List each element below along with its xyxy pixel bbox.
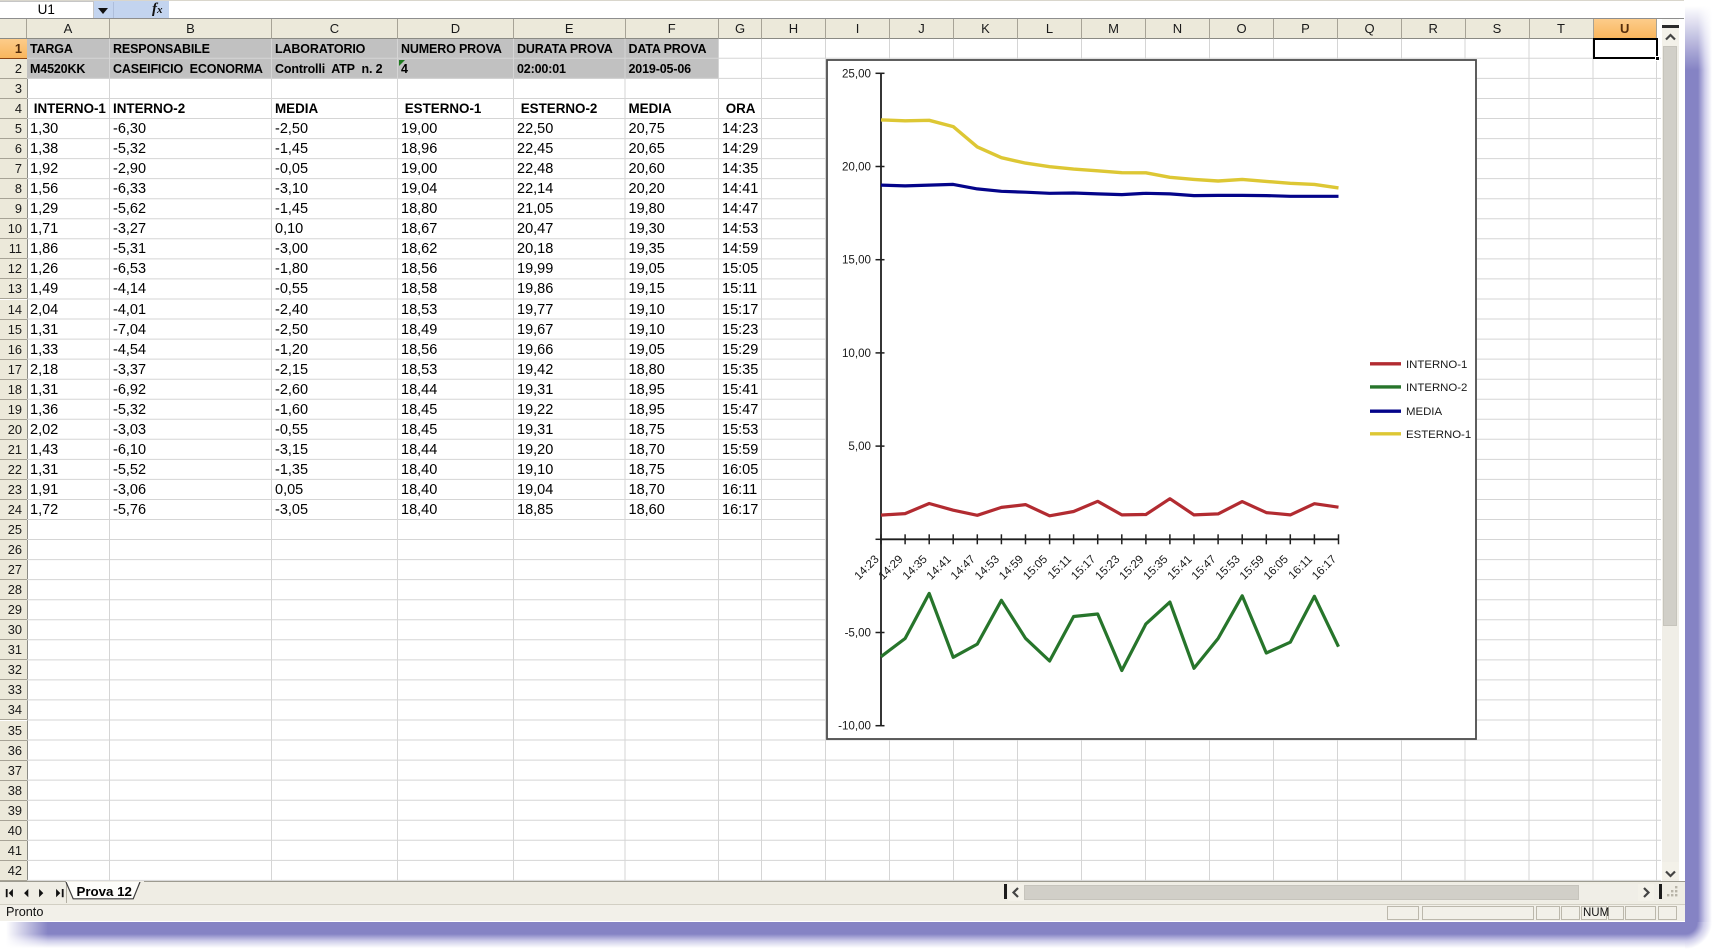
svg-text:INTERNO-1: INTERNO-1 — [1406, 359, 1467, 371]
svg-text:20,00: 20,00 — [842, 161, 871, 174]
svg-text:10,00: 10,00 — [842, 347, 871, 360]
svg-text:-5,00: -5,00 — [845, 627, 871, 640]
svg-text:15,00: 15,00 — [842, 254, 871, 267]
svg-text:MEDIA: MEDIA — [1406, 406, 1442, 418]
svg-text:-10,00: -10,00 — [838, 720, 871, 733]
svg-text:INTERNO-2: INTERNO-2 — [1406, 382, 1467, 394]
svg-text:ESTERNO-1: ESTERNO-1 — [1406, 429, 1471, 441]
svg-text:25,00: 25,00 — [842, 67, 871, 80]
svg-text:5,00: 5,00 — [848, 440, 871, 453]
